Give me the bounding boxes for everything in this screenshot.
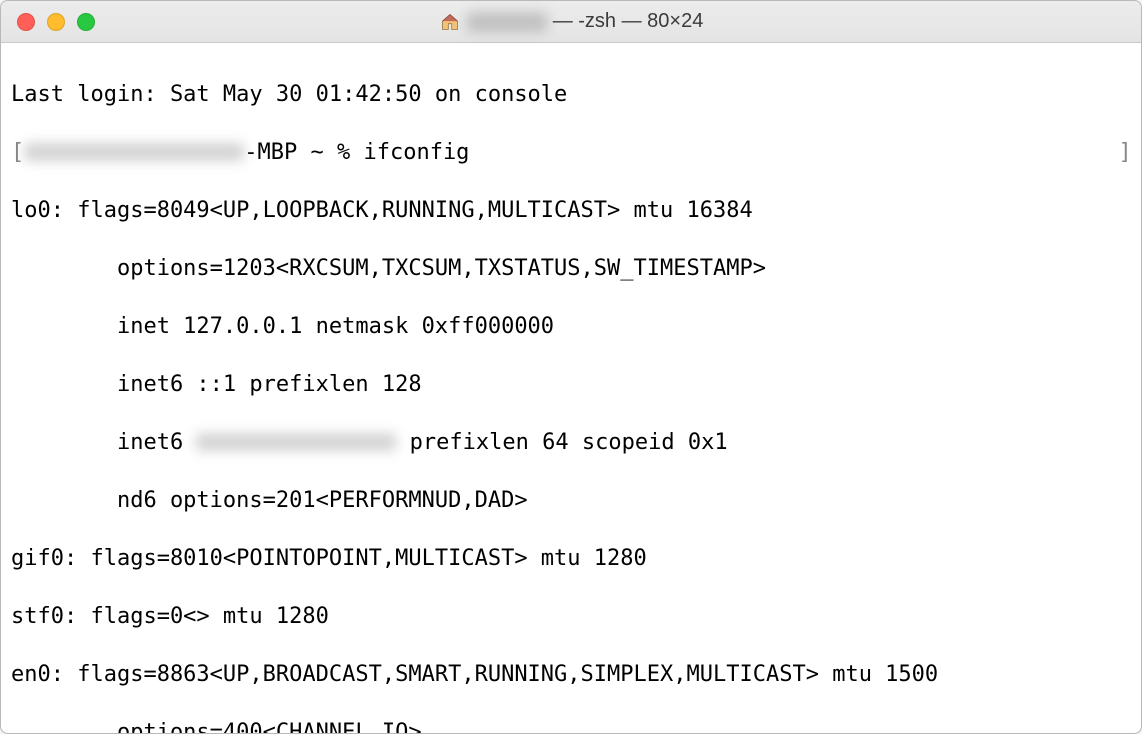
gif0: gif0: flags=8010<POINTOPOINT,MULTICAST> … — [11, 544, 1131, 573]
window-title: — -zsh — 80×24 — [1, 10, 1141, 33]
traffic-lights — [1, 13, 95, 31]
lo0-nd6: nd6 options=201<PERFORMNUD,DAD> — [11, 486, 1131, 515]
terminal-window: — -zsh — 80×24 Last login: Sat May 30 01… — [0, 0, 1142, 734]
lo0-inet6-1: inet6 ::1 prefixlen 128 — [11, 370, 1131, 399]
home-icon — [439, 12, 461, 32]
en0-flags: en0: flags=8863<UP,BROADCAST,SMART,RUNNI… — [11, 660, 1131, 689]
stf0: stf0: flags=0<> mtu 1280 — [11, 602, 1131, 631]
titlebar: — -zsh — 80×24 — [1, 1, 1141, 43]
lo0-flags: lo0: flags=8049<UP,LOOPBACK,RUNNING,MULT… — [11, 196, 1131, 225]
redacted-username — [467, 12, 547, 32]
zoom-button[interactable] — [77, 13, 95, 31]
last-login-line: Last login: Sat May 30 01:42:50 on conso… — [11, 80, 1131, 109]
command-text: ifconfig — [363, 140, 469, 165]
terminal-output[interactable]: Last login: Sat May 30 01:42:50 on conso… — [1, 43, 1141, 733]
en0-options: options=400<CHANNEL_IO> — [11, 718, 1131, 733]
title-text: — -zsh — 80×24 — [553, 10, 704, 33]
redacted-inet6 — [196, 433, 396, 451]
lo0-options: options=1203<RXCSUM,TXCSUM,TXSTATUS,SW_T… — [11, 254, 1131, 283]
close-button[interactable] — [17, 13, 35, 31]
lo0-inet6-2: inet6 prefixlen 64 scopeid 0x1 — [11, 428, 1131, 457]
redacted-user-host — [24, 143, 244, 161]
prompt-line: [-MBP ~ % ifconfig ] — [11, 138, 1131, 167]
minimize-button[interactable] — [47, 13, 65, 31]
lo0-inet: inet 127.0.0.1 netmask 0xff000000 — [11, 312, 1131, 341]
